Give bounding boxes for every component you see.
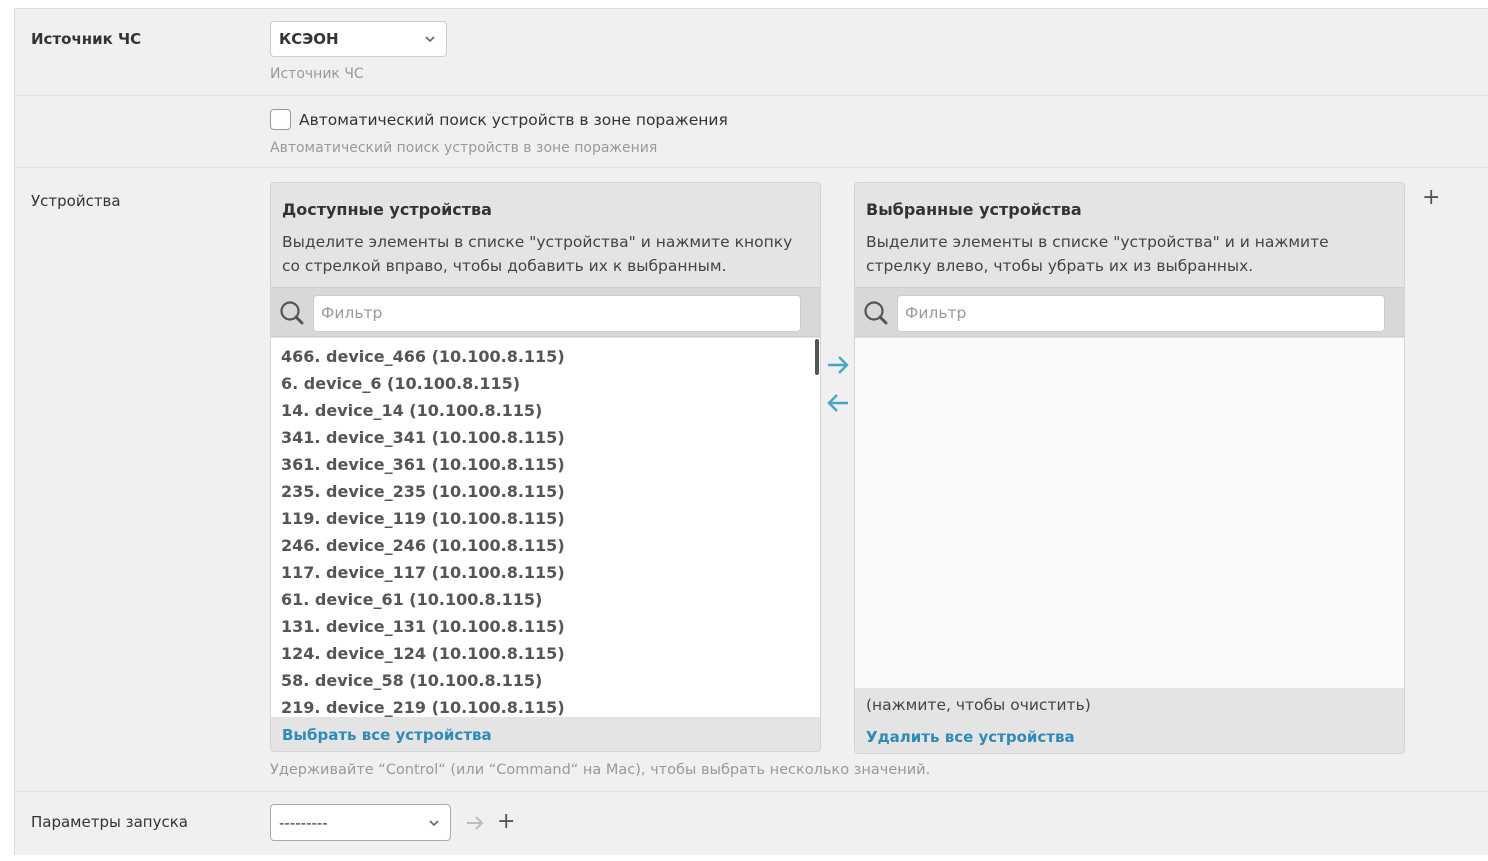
devices-row: Устройства Доступные устройства Выделите… — [15, 168, 1488, 792]
list-item[interactable]: 219. device_219 (10.100.8.115) — [271, 694, 820, 717]
list-item[interactable]: 61. device_61 (10.100.8.115) — [271, 586, 820, 613]
auto-search-row: Автоматический поиск устройств в зоне по… — [15, 96, 1488, 168]
list-item[interactable]: 58. device_58 (10.100.8.115) — [271, 667, 820, 694]
available-devices-description: Выделите элементы в списке "устройства" … — [282, 233, 793, 275]
source-label: Источник ЧС — [31, 30, 142, 48]
remove-arrow-left-icon[interactable] — [825, 390, 851, 416]
chosen-devices-description: Выделите элементы в списке "устройства" … — [866, 233, 1329, 275]
available-devices-list[interactable]: 466. device_466 (10.100.8.115) 6. device_… — [271, 338, 820, 717]
source-select[interactable]: КСЭОН — [270, 21, 447, 57]
chevron-down-icon — [429, 819, 439, 826]
available-filter-bar: Фильтр — [271, 287, 820, 337]
available-filter-input[interactable]: Фильтр — [313, 295, 801, 332]
launch-params-select-value: --------- — [279, 813, 328, 832]
chosen-devices-title: Выбранные устройства — [866, 200, 1082, 219]
source-select-value: КСЭОН — [279, 30, 339, 48]
auto-search-checkbox[interactable] — [270, 109, 291, 130]
source-help: Источник ЧС — [270, 66, 364, 82]
source-row: Источник ЧС КСЭОН Источник ЧС — [15, 9, 1488, 96]
list-item[interactable]: 246. device_246 (10.100.8.115) — [271, 532, 820, 559]
available-devices-title: Доступные устройства — [282, 200, 492, 219]
list-item[interactable]: 6. device_6 (10.100.8.115) — [271, 370, 820, 397]
chosen-filter-bar: Фильтр — [855, 287, 1404, 337]
search-icon — [280, 301, 304, 325]
list-item[interactable]: 119. device_119 (10.100.8.115) — [271, 505, 820, 532]
launch-params-row: Параметры запуска --------- + — [15, 792, 1488, 856]
available-devices-box: Доступные устройства Выделите элементы в… — [270, 182, 821, 752]
add-device-plus-icon[interactable]: + — [1422, 187, 1440, 209]
choose-all-link[interactable]: Выбрать все устройства — [282, 726, 492, 744]
devices-label: Устройства — [31, 192, 121, 210]
list-item[interactable]: 131. device_131 (10.100.8.115) — [271, 613, 820, 640]
list-item[interactable]: 14. device_14 (10.100.8.115) — [271, 397, 820, 424]
add-arrow-right-icon[interactable] — [825, 352, 851, 378]
chosen-devices-list[interactable] — [855, 338, 1404, 688]
list-item[interactable]: 361. device_361 (10.100.8.115) — [271, 451, 820, 478]
add-launch-params-plus-icon[interactable]: + — [497, 811, 515, 833]
launch-params-label: Параметры запуска — [31, 813, 188, 831]
launch-params-select[interactable]: --------- — [270, 804, 451, 841]
list-item[interactable]: 235. device_235 (10.100.8.115) — [271, 478, 820, 505]
search-icon — [864, 301, 888, 325]
chosen-filter-input[interactable]: Фильтр — [897, 295, 1385, 332]
available-list-scrollbar[interactable] — [815, 339, 819, 375]
list-item[interactable]: 466. device_466 (10.100.8.115) — [271, 343, 820, 370]
go-arrow-right-icon[interactable] — [465, 813, 485, 833]
auto-search-checkbox-label[interactable]: Автоматический поиск устройств в зоне по… — [299, 111, 728, 129]
list-item[interactable]: 124. device_124 (10.100.8.115) — [271, 640, 820, 667]
chosen-clear-hint[interactable]: (нажмите, чтобы очистить) — [866, 696, 1091, 714]
auto-search-help: Автоматический поиск устройств в зоне по… — [270, 140, 658, 156]
list-item[interactable]: 341. device_341 (10.100.8.115) — [271, 424, 820, 451]
remove-all-link[interactable]: Удалить все устройства — [866, 728, 1075, 746]
chosen-devices-box: Выбранные устройства Выделите элементы в… — [854, 182, 1405, 754]
chevron-down-icon — [425, 36, 435, 43]
devices-help: Удерживайте “Control“ (или “Command“ на … — [270, 762, 931, 778]
form-panel: Источник ЧС КСЭОН Источник ЧС Автоматиче… — [14, 8, 1488, 855]
list-item[interactable]: 117. device_117 (10.100.8.115) — [271, 559, 820, 586]
